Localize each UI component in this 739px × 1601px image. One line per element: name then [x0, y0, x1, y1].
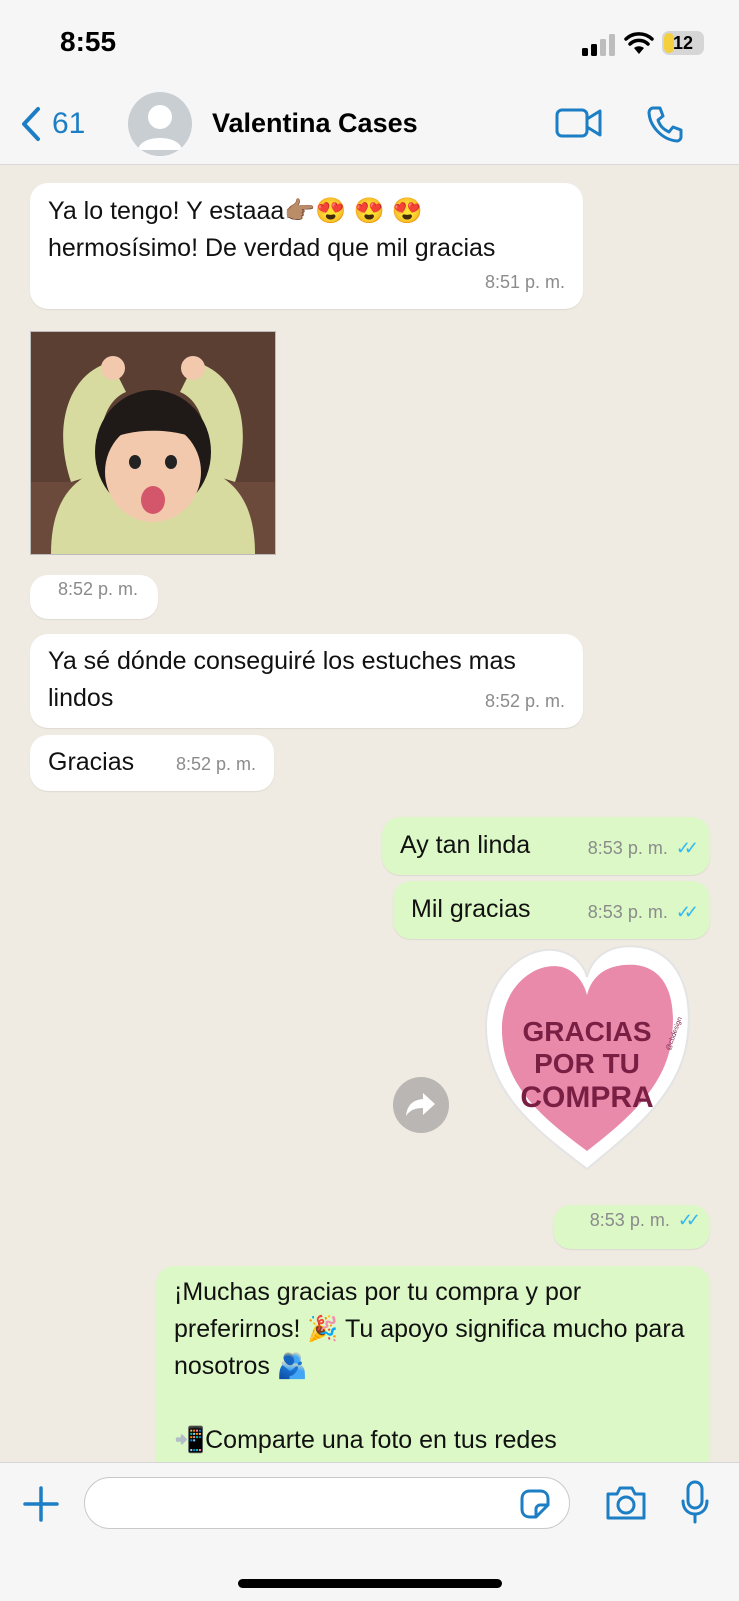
cellular-signal-icon: [582, 34, 615, 56]
message-time: 8:53 p. m. ✓✓: [588, 894, 699, 931]
double-check-icon: ✓✓: [675, 902, 699, 922]
svg-text:GRACIAS: GRACIAS: [522, 1016, 651, 1047]
message-bubble[interactable]: 8:52 p. m.: [30, 575, 158, 619]
double-check-icon: ✓✓: [677, 1210, 701, 1230]
message-bubble[interactable]: Ya lo tengo! Y estaaa👉🏽😍 😍 😍 hermosísimo…: [30, 183, 583, 309]
back-button[interactable]: 61: [20, 106, 85, 142]
battery-indicator: 12: [662, 31, 704, 55]
message-bubble[interactable]: Ay tan linda 8:53 p. m. ✓✓: [382, 817, 710, 875]
message-time: 8:52 p. m.: [57, 579, 138, 599]
image-message[interactable]: [30, 331, 276, 555]
svg-text:POR TU: POR TU: [534, 1048, 640, 1079]
forward-button[interactable]: [393, 1077, 449, 1133]
sticker-icon[interactable]: [518, 1487, 552, 1521]
plus-icon[interactable]: [22, 1485, 60, 1523]
contact-avatar[interactable]: [128, 92, 192, 156]
forward-icon: [406, 1093, 435, 1116]
sticker-message[interactable]: GRACIAS POR TU COMPRA @cbdesign: [480, 943, 694, 1173]
message-time: 8:53 p. m. ✓✓: [588, 830, 699, 867]
video-call-icon[interactable]: [555, 106, 603, 140]
heart-sticker-image: GRACIAS POR TU COMPRA @cbdesign: [484, 945, 690, 1171]
message-bubble[interactable]: 8:53 p. m. ✓✓: [553, 1205, 710, 1249]
message-time: 8:53 p. m. ✓✓: [590, 1202, 701, 1239]
message-bubble[interactable]: ¡Muchas gracias por tu compra y por pref…: [156, 1266, 710, 1462]
message-time: 8:52 p. m.: [175, 754, 256, 774]
home-indicator[interactable]: [238, 1579, 502, 1588]
message-bubble[interactable]: Ya sé dónde conseguiré los estuches mas …: [30, 634, 583, 728]
message-time: 8:52 p. m.: [484, 691, 565, 711]
contact-name[interactable]: Valentina Cases: [212, 108, 418, 139]
message-text: Ya lo tengo! Y estaaa👉🏽😍 😍 😍 hermosísimo…: [48, 197, 496, 262]
child-photo-image: [31, 332, 275, 554]
message-text: 📲Comparte una foto en tus redes: [174, 1426, 557, 1454]
chat-header: 61 Valentina Cases: [0, 88, 739, 165]
status-bar: 8:55 12: [0, 0, 739, 88]
camera-icon[interactable]: [604, 1485, 648, 1521]
message-input[interactable]: [84, 1477, 570, 1529]
unread-count: 61: [52, 107, 86, 140]
back-chevron-icon: [22, 107, 40, 141]
phone-icon[interactable]: [645, 104, 685, 144]
message-bubble[interactable]: Gracias 8:52 p. m.: [30, 735, 274, 791]
message-text: ¡Muchas gracias por tu compra y por pref…: [174, 1278, 685, 1380]
double-check-icon: ✓✓: [675, 838, 699, 858]
message-time: 8:51 p. m.: [484, 272, 565, 292]
message-bubble[interactable]: Mil gracias 8:53 p. m. ✓✓: [393, 881, 710, 939]
battery-percentage: 12: [672, 33, 694, 53]
microphone-icon[interactable]: [680, 1479, 710, 1525]
wifi-icon: [624, 32, 654, 54]
status-time: 8:55: [60, 26, 117, 57]
svg-text:COMPRA: COMPRA: [520, 1081, 653, 1114]
message-text-field[interactable]: [103, 1478, 507, 1528]
default-avatar-icon: [138, 105, 182, 150]
chat-area[interactable]: Ya lo tengo! Y estaaa👉🏽😍 😍 😍 hermosísimo…: [0, 165, 739, 1462]
